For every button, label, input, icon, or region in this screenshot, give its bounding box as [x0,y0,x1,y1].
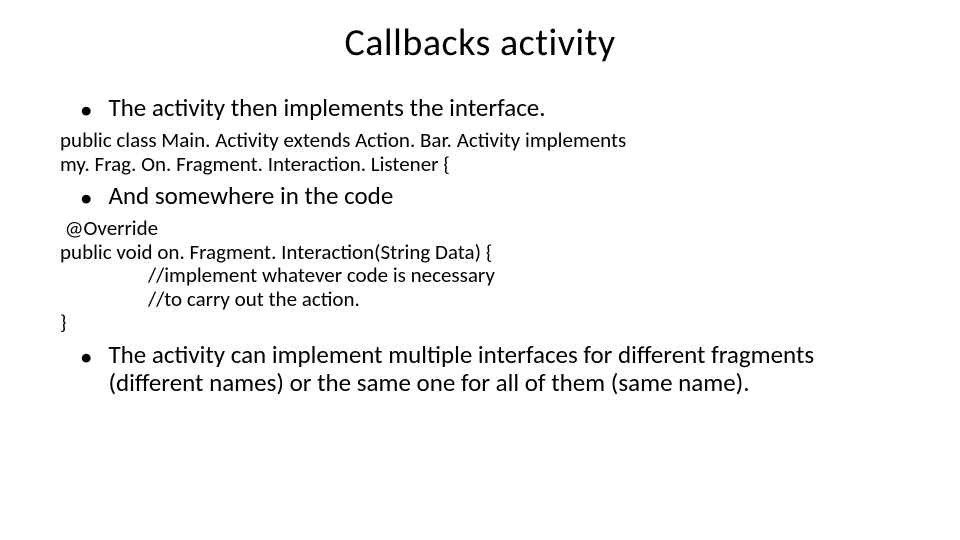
bullet-text-1: The activity then implements the interfa… [108,94,900,123]
code-block-1: public class Main. Activity extends Acti… [60,129,900,176]
bullet-item-1: • The activity then implements the inter… [60,94,900,125]
bullet-item-2: • And somewhere in the code [60,182,900,213]
code-line: } [60,311,900,335]
code-line: public void on. Fragment. Interaction(St… [60,241,900,265]
code-line: my. Frag. On. Fragment. Interaction. Lis… [60,153,900,177]
code-line: public class Main. Activity extends Acti… [60,129,900,153]
bullet-dot-icon: • [80,182,92,213]
bullet-item-3: • The activity can implement multiple in… [60,341,900,399]
code-line: //to carry out the action. [60,288,900,312]
bullet-dot-icon: • [80,94,92,125]
bullet-dot-icon: • [80,341,92,372]
slide-title: Callbacks activity [60,20,900,66]
bullet-text-2: And somewhere in the code [108,182,900,211]
bullet-text-3: The activity can implement multiple inte… [108,341,900,399]
code-line: //implement whatever code is necessary [60,264,900,288]
code-block-2: @Override public void on. Fragment. Inte… [60,217,900,335]
code-line: @Override [60,217,900,241]
